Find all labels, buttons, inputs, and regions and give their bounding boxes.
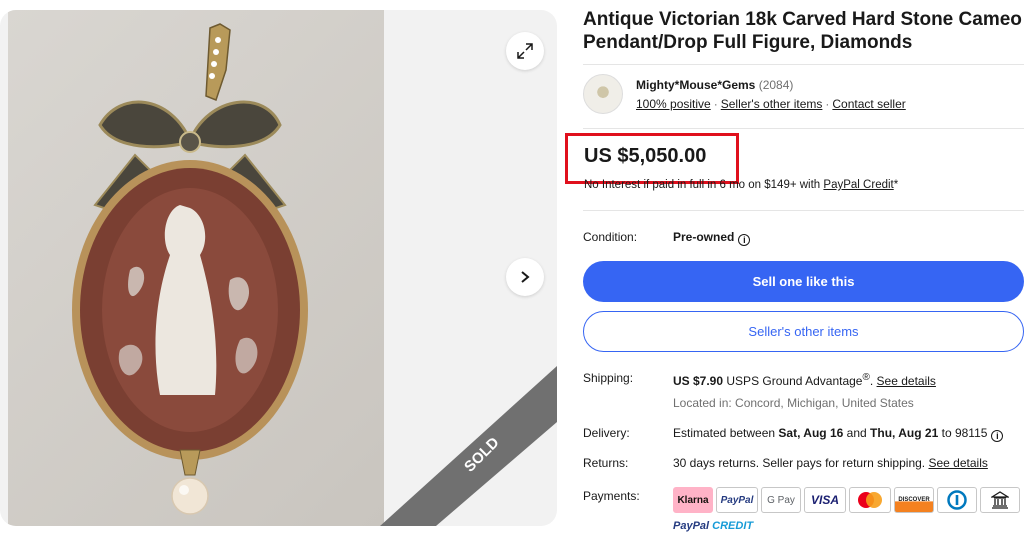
delivery-and: and <box>846 426 867 440</box>
contact-seller-link[interactable]: Contact seller <box>832 97 905 111</box>
sold-ribbon: SOLD <box>380 366 557 526</box>
shipping-value: US $7.90 USPS Ground Advantage®. See det… <box>673 372 936 388</box>
listing-title: Antique Victorian 18k Carved Hard Stone … <box>583 9 1022 53</box>
paypal-credit-link[interactable]: PayPal Credit <box>823 179 893 191</box>
returns-value: 30 days returns. Seller pays for return … <box>673 456 988 470</box>
returns-label: Returns: <box>583 456 629 470</box>
divider <box>583 64 1024 65</box>
divider <box>583 128 1024 129</box>
paypal-credit-b: CREDIT <box>712 520 754 532</box>
delivery-label: Delivery: <box>583 426 630 440</box>
seller-name[interactable]: Mighty*Mouse*Gems <box>636 78 755 92</box>
seller-avatar[interactable] <box>583 74 623 114</box>
condition-value-row: Pre-owned i <box>673 230 751 246</box>
payment-methods: Klarna PayPal G Pay VISA DISCOVER <box>673 487 1020 513</box>
condition-label: Condition: <box>583 230 638 244</box>
shipping-dot: . <box>869 374 874 388</box>
shipping-cost: US $7.90 <box>673 374 724 388</box>
financing-suffix: * <box>893 179 899 191</box>
registered-mark: ® <box>862 372 870 383</box>
returns-details-link[interactable]: See details <box>928 456 987 470</box>
payments-label: Payments: <box>583 489 640 503</box>
mastercard-icon <box>849 487 891 513</box>
positive-feedback-link[interactable]: 100% positive <box>636 97 711 111</box>
next-image-button[interactable] <box>506 258 544 296</box>
seller-name-row: Mighty*Mouse*Gems (2084) <box>636 78 793 92</box>
expand-image-button[interactable] <box>506 32 544 70</box>
image-gallery[interactable]: SOLD <box>0 10 557 526</box>
chevron-right-icon <box>521 271 530 283</box>
condition-value: Pre-owned <box>673 230 735 244</box>
price-highlight-box <box>565 133 739 184</box>
divider <box>583 210 1024 211</box>
delivery-start: Sat, Aug 16 <box>778 426 844 440</box>
cameo-pendant-image <box>72 23 308 515</box>
seller-other-items-link[interactable]: Seller's other items <box>721 97 823 111</box>
separator: · <box>713 97 718 111</box>
item-location: Located in: Concord, Michigan, United St… <box>673 396 914 410</box>
info-icon[interactable]: i <box>738 234 751 246</box>
financing-info: No Interest if paid in full in 6 mo on $… <box>584 179 898 191</box>
shipping-details-link[interactable]: See details <box>877 374 936 388</box>
shipping-service: USPS Ground Advantage <box>726 374 863 388</box>
google-pay-icon: G Pay <box>761 487 801 513</box>
delivery-prefix: Estimated between <box>673 426 776 440</box>
info-icon[interactable]: i <box>991 430 1004 442</box>
klarna-icon: Klarna <box>673 487 713 513</box>
returns-text: 30 days returns. Seller pays for return … <box>673 456 926 470</box>
financing-text: No Interest if paid in full in 6 mo on $… <box>584 179 821 191</box>
seller-feedback-count: (2084) <box>758 78 794 92</box>
delivery-value: Estimated between Sat, Aug 16 and Thu, A… <box>673 426 1004 442</box>
seller-links: 100% positive · Seller's other items · Conta… <box>636 97 906 111</box>
diners-club-icon <box>937 487 977 513</box>
sell-one-like-this-button[interactable]: Sell one like this <box>583 261 1024 302</box>
paypal-credit-logo: PayPal CREDIT <box>673 520 753 532</box>
expand-icon <box>517 43 533 59</box>
sellers-other-items-button[interactable]: Seller's other items <box>583 311 1024 352</box>
separator: · <box>825 97 830 111</box>
visa-icon: VISA <box>804 487 846 513</box>
delivery-end: Thu, Aug 21 <box>870 426 939 440</box>
shipping-label: Shipping: <box>583 371 634 385</box>
paypal-icon: PayPal <box>716 487 758 513</box>
paypal-credit-a: PayPal <box>673 520 710 532</box>
delivery-to: to 98115 <box>941 426 988 440</box>
discover-icon: DISCOVER <box>894 487 934 513</box>
bank-icon <box>980 487 1020 513</box>
